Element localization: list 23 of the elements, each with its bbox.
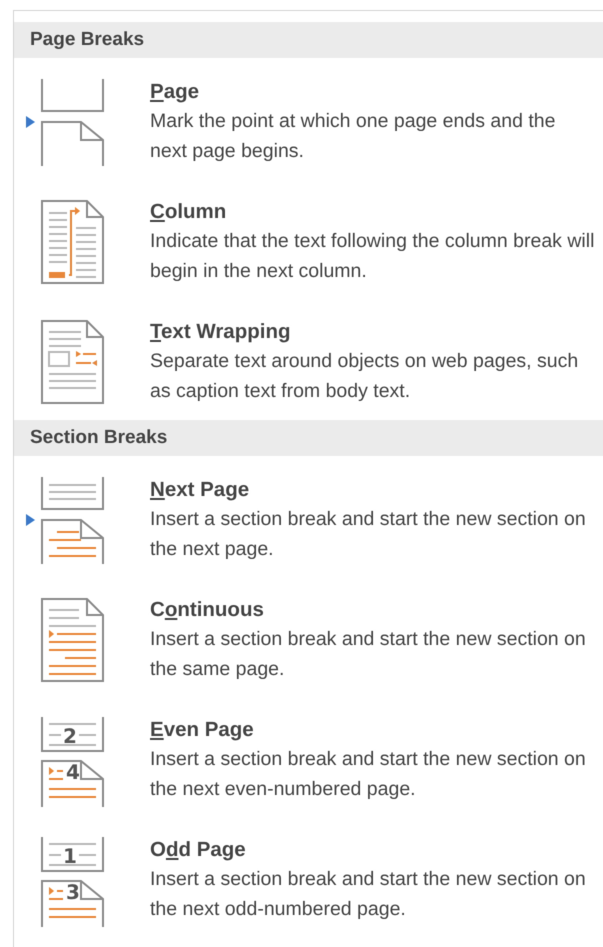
item-description: Insert a section break and start the new section on the next even-numbered page. — [150, 747, 587, 802]
item-description: Separate text around objects on web pages, such as caption text from body text. — [150, 349, 580, 404]
menu-item[interactable]: Continuous Insert a section break and start the new section on the same page. — [14, 578, 603, 698]
menu-item[interactable]: Next Page Insert a section break and start the new section on the next page. — [14, 458, 603, 578]
section-header: Section Breaks — [14, 420, 603, 456]
item-title: Next Page — [150, 477, 250, 503]
section-header: Page Breaks — [14, 22, 603, 58]
item-description: Insert a section break and start the new section on the next odd-numbered page. — [150, 867, 587, 922]
menu-item[interactable]: Column Indicate that the text following the column break will begin in the next column. — [14, 180, 603, 300]
item-title: Page — [150, 79, 200, 105]
item-description: Mark the point at which one page ends and the next page begins. — [150, 109, 556, 164]
item-title: Odd Page — [150, 837, 247, 863]
item-title: Text Wrapping — [150, 319, 292, 345]
item-description: Indicate that the text following the column break will begin in the next column. — [150, 229, 595, 284]
menu-item[interactable]: Text Wrapping Separate text around objects on web pages, such as caption text from body text. — [14, 300, 603, 420]
item-title: Continuous — [150, 597, 265, 623]
item-title: Column — [150, 199, 228, 225]
item-title: Even Page — [150, 717, 255, 743]
menu-item[interactable]: Page Mark the point at which one page ends and the next page begins. — [14, 60, 603, 180]
menu-item[interactable]: 2 4 Even Page Insert a section break and start the new section on the next even-numbered page. — [14, 698, 603, 818]
item-description: Insert a section break and start the new section on the next page. — [150, 507, 587, 562]
menu-item[interactable]: 1 3 Odd Page Insert a section break and start the new section on the next odd-numbered page. — [14, 818, 603, 938]
item-description: Insert a section break and start the new section on the same page. — [150, 627, 587, 682]
